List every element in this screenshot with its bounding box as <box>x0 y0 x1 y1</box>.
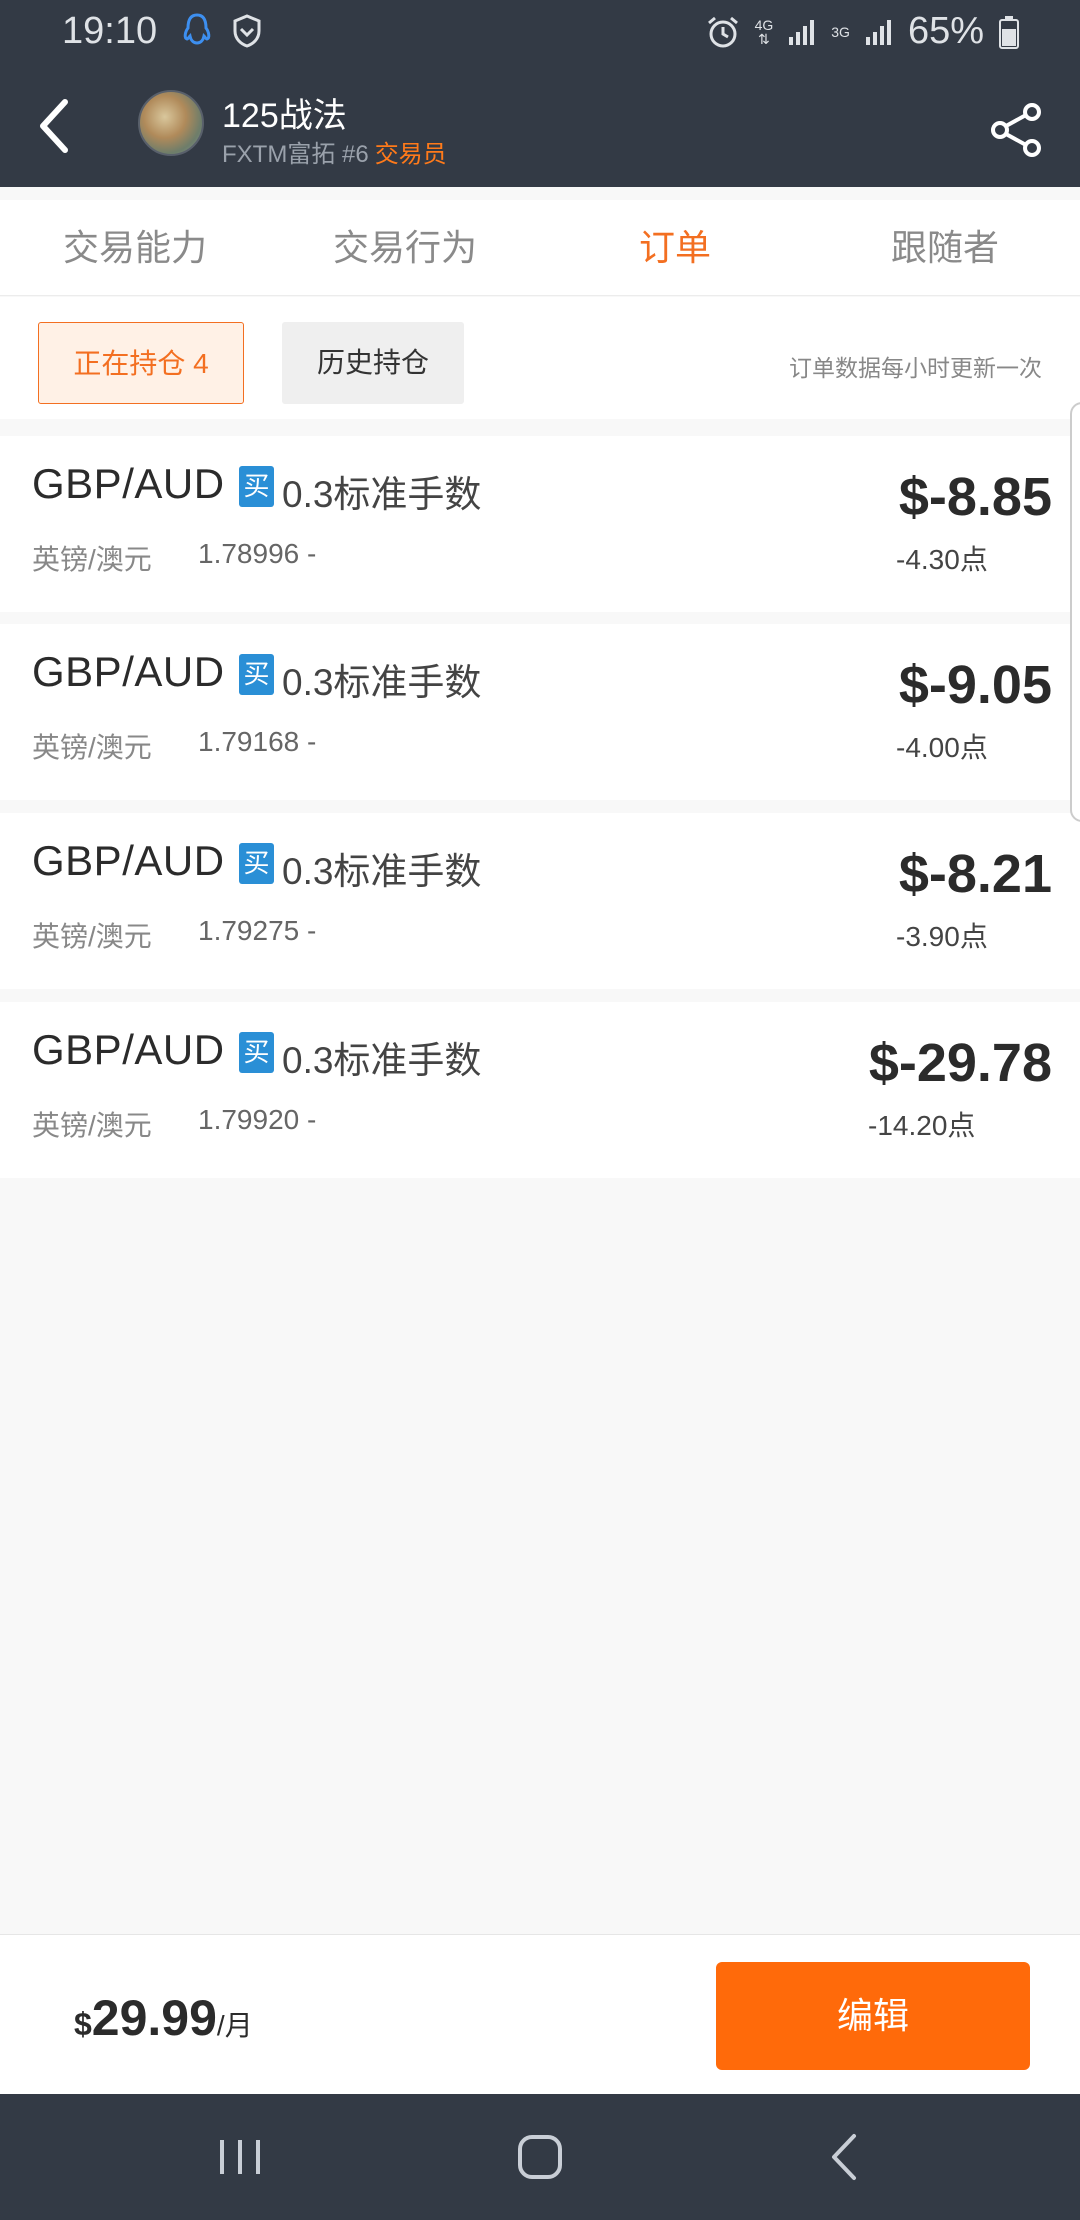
home-icon[interactable] <box>510 2130 570 2184</box>
subscription-bar: $29.99/月 编辑 <box>0 1934 1080 2094</box>
status-right: 4G ⇅ 3G 65% <box>705 10 1020 53</box>
trader-subtitle: FXTM富拓 #6 交易员 <box>222 134 447 169</box>
order-open-price: 1.79168 - <box>198 726 317 757</box>
history-positions-button[interactable]: 历史持仓 <box>282 322 464 404</box>
order-points: -4.30点 <box>896 544 988 575</box>
edit-button[interactable]: 编辑 <box>716 1962 1030 2070</box>
share-icon[interactable] <box>988 102 1044 158</box>
signal-icon-2 <box>865 19 891 45</box>
recents-icon[interactable] <box>210 2132 270 2182</box>
order-profit: $-9.05 <box>898 655 1052 715</box>
back-icon[interactable] <box>816 2130 876 2184</box>
price-currency: $ <box>74 2006 92 2042</box>
status-bar: 19:10 4G ⇅ 3G 65% <box>0 0 1080 62</box>
battery-percent: 65% <box>907 10 984 52</box>
broker-label: FXTM富拓 #6 <box>222 141 369 168</box>
tab-orders[interactable]: 订单 <box>540 200 810 295</box>
order-pair-name: 英镑/澳元 <box>32 1110 152 1141</box>
order-pair: GBP/AUD <box>32 648 225 695</box>
network-4g: 4G ⇅ <box>755 18 774 46</box>
order-open-price: 1.78996 - <box>198 538 317 569</box>
tab-bar: 交易能力 交易行为 订单 跟随者 <box>0 200 1080 296</box>
network-3g: 3G <box>831 25 850 39</box>
trader-name: 125战法 <box>222 97 347 135</box>
order-pair-name: 英镑/澳元 <box>32 732 152 763</box>
avatar[interactable] <box>138 90 204 156</box>
order-points: -14.20点 <box>868 1110 976 1141</box>
order-profit: $-8.85 <box>898 467 1052 527</box>
order-pair: GBP/AUD <box>32 1026 225 1073</box>
order-row[interactable]: GBP/AUD 买 0.3标准手数 英镑/澳元 1.79168 - $-9.05… <box>0 624 1080 800</box>
order-pair-name: 英镑/澳元 <box>32 921 152 952</box>
buy-badge: 买 <box>239 843 274 884</box>
tab-trading-ability[interactable]: 交易能力 <box>0 200 270 295</box>
order-points: -4.00点 <box>896 732 988 763</box>
price-value: 29.99 <box>91 1990 217 2046</box>
status-time: 19:10 <box>62 10 158 52</box>
order-pair-name: 英镑/澳元 <box>32 544 152 575</box>
back-button[interactable] <box>28 95 80 157</box>
open-positions-button[interactable]: 正在持仓 4 <box>38 322 244 404</box>
network-arrows-icon: ⇅ <box>758 30 770 47</box>
signal-icon <box>789 19 815 45</box>
scroll-handle[interactable] <box>1070 402 1080 822</box>
order-row[interactable]: GBP/AUD 买 0.3标准手数 英镑/澳元 1.79920 - $-29.7… <box>0 1002 1080 1178</box>
order-points: -3.90点 <box>896 921 988 952</box>
network-3g-label: 3G <box>831 23 850 40</box>
order-pair: GBP/AUD <box>32 460 225 507</box>
price-unit: /月 <box>216 2010 253 2041</box>
update-note: 订单数据每小时更新一次 <box>789 355 1042 381</box>
alarm-icon <box>707 16 738 47</box>
buy-badge: 买 <box>239 466 274 507</box>
order-open-price: 1.79920 - <box>198 1104 317 1135</box>
battery-icon <box>999 15 1019 49</box>
system-nav-bar <box>0 2094 1080 2220</box>
order-lots: 0.3标准手数 <box>282 1040 482 1081</box>
order-row[interactable]: GBP/AUD 买 0.3标准手数 英镑/澳元 1.79275 - $-8.21… <box>0 813 1080 989</box>
order-profit: $-8.21 <box>898 844 1052 904</box>
qq-icon <box>183 13 211 45</box>
role-label: 交易员 <box>374 141 447 168</box>
order-lots: 0.3标准手数 <box>282 662 482 703</box>
order-open-price: 1.79275 - <box>198 915 317 946</box>
network-4g-label: 4G <box>754 16 774 33</box>
subscription-price: $29.99/月 <box>74 1989 253 2047</box>
buy-badge: 买 <box>239 1032 274 1073</box>
buy-badge: 买 <box>239 654 274 695</box>
order-filter-bar: 正在持仓 4 历史持仓 订单数据每小时更新一次 <box>0 297 1080 419</box>
order-lots: 0.3标准手数 <box>282 851 482 892</box>
order-pair: GBP/AUD <box>32 837 225 884</box>
order-row[interactable]: GBP/AUD 买 0.3标准手数 英镑/澳元 1.78996 - $-8.85… <box>0 436 1080 612</box>
chevron-left-icon <box>40 99 68 153</box>
order-profit: $-29.78 <box>868 1033 1052 1093</box>
app-header: 19:10 4G ⇅ 3G 65% 125战法 FXTM富拓 #6 交易员 <box>0 0 1080 187</box>
tab-trading-behavior[interactable]: 交易行为 <box>270 200 540 295</box>
shield-icon <box>233 14 261 48</box>
tab-followers[interactable]: 跟随者 <box>810 200 1080 295</box>
order-lots: 0.3标准手数 <box>282 474 482 515</box>
